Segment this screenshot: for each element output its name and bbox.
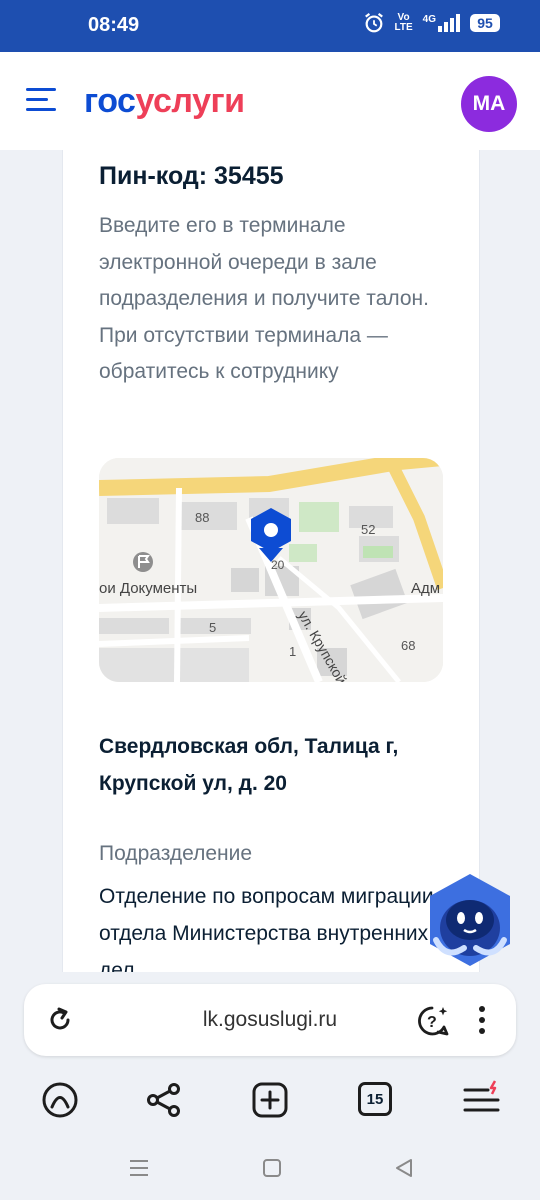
volte-line2: LTE bbox=[394, 22, 413, 33]
map-label-5: 5 bbox=[209, 620, 217, 635]
avatar[interactable]: МА bbox=[461, 76, 517, 132]
logo-part1: гос bbox=[84, 82, 136, 120]
alice-assistant-icon[interactable] bbox=[40, 1080, 80, 1120]
network-type: 4G bbox=[422, 14, 436, 25]
status-time: 08:49 bbox=[88, 14, 140, 36]
tabs-count-button[interactable]: 15 bbox=[358, 1082, 392, 1116]
back-icon[interactable] bbox=[394, 1158, 414, 1178]
battery-icon: 95 bbox=[470, 14, 500, 32]
svg-text:?: ? bbox=[427, 1014, 437, 1031]
alarm-icon bbox=[364, 12, 383, 33]
office-address: Свердловская обл, Талица г, Крупской ул,… bbox=[99, 735, 399, 795]
menu-icon[interactable] bbox=[26, 88, 56, 114]
department-label: Подразделение bbox=[99, 842, 253, 865]
map-label-52: 52 bbox=[361, 522, 376, 537]
home-icon[interactable] bbox=[262, 1158, 282, 1178]
gosuslugi-logo[interactable]: госуслуги bbox=[84, 82, 245, 121]
menu-lines-icon[interactable] bbox=[462, 1080, 502, 1120]
status-bar: 08:49 Vo LTE 4G 95 bbox=[0, 0, 540, 52]
pin-code: Пин-код: 35455 bbox=[99, 162, 284, 190]
browser-toolbar: 15 bbox=[0, 1074, 540, 1130]
map-label-1: 1 bbox=[289, 644, 297, 659]
assistant-robot-icon[interactable] bbox=[424, 870, 516, 970]
volte-icon: Vo LTE bbox=[395, 13, 413, 33]
map-label-20: 20 bbox=[271, 558, 285, 572]
map-adm-label: Адм bbox=[411, 580, 441, 597]
system-nav-bar bbox=[0, 1152, 540, 1192]
help-sparkle-icon[interactable]: ? bbox=[414, 1003, 450, 1039]
map-label-88: 88 bbox=[195, 510, 210, 525]
signal-icon: 4G bbox=[423, 14, 460, 32]
address-bar[interactable]: lk.gosuslugi.ru ? bbox=[24, 984, 516, 1056]
browser-chrome: lk.gosuslugi.ru ? 15 bbox=[0, 972, 540, 1200]
appointment-card: Пин-код: 35455 Введите его в терминале э… bbox=[62, 150, 480, 982]
app-header: госуслуги МА bbox=[0, 52, 540, 150]
more-vertical-icon[interactable] bbox=[472, 1004, 492, 1036]
pin-instructions: Введите его в терминале электронной очер… bbox=[99, 214, 429, 383]
recent-apps-icon[interactable] bbox=[128, 1158, 150, 1178]
map-poi-label: ои Документы bbox=[99, 580, 198, 597]
share-icon[interactable] bbox=[144, 1080, 184, 1120]
new-tab-icon[interactable] bbox=[250, 1080, 290, 1120]
status-icons: Vo LTE 4G 95 bbox=[363, 12, 500, 34]
location-map[interactable]: 88 52 20 5 1 68 ои Документы ул. Крупско… bbox=[99, 458, 443, 682]
logo-part2: услуги bbox=[135, 82, 245, 120]
map-label-68: 68 bbox=[401, 638, 416, 653]
